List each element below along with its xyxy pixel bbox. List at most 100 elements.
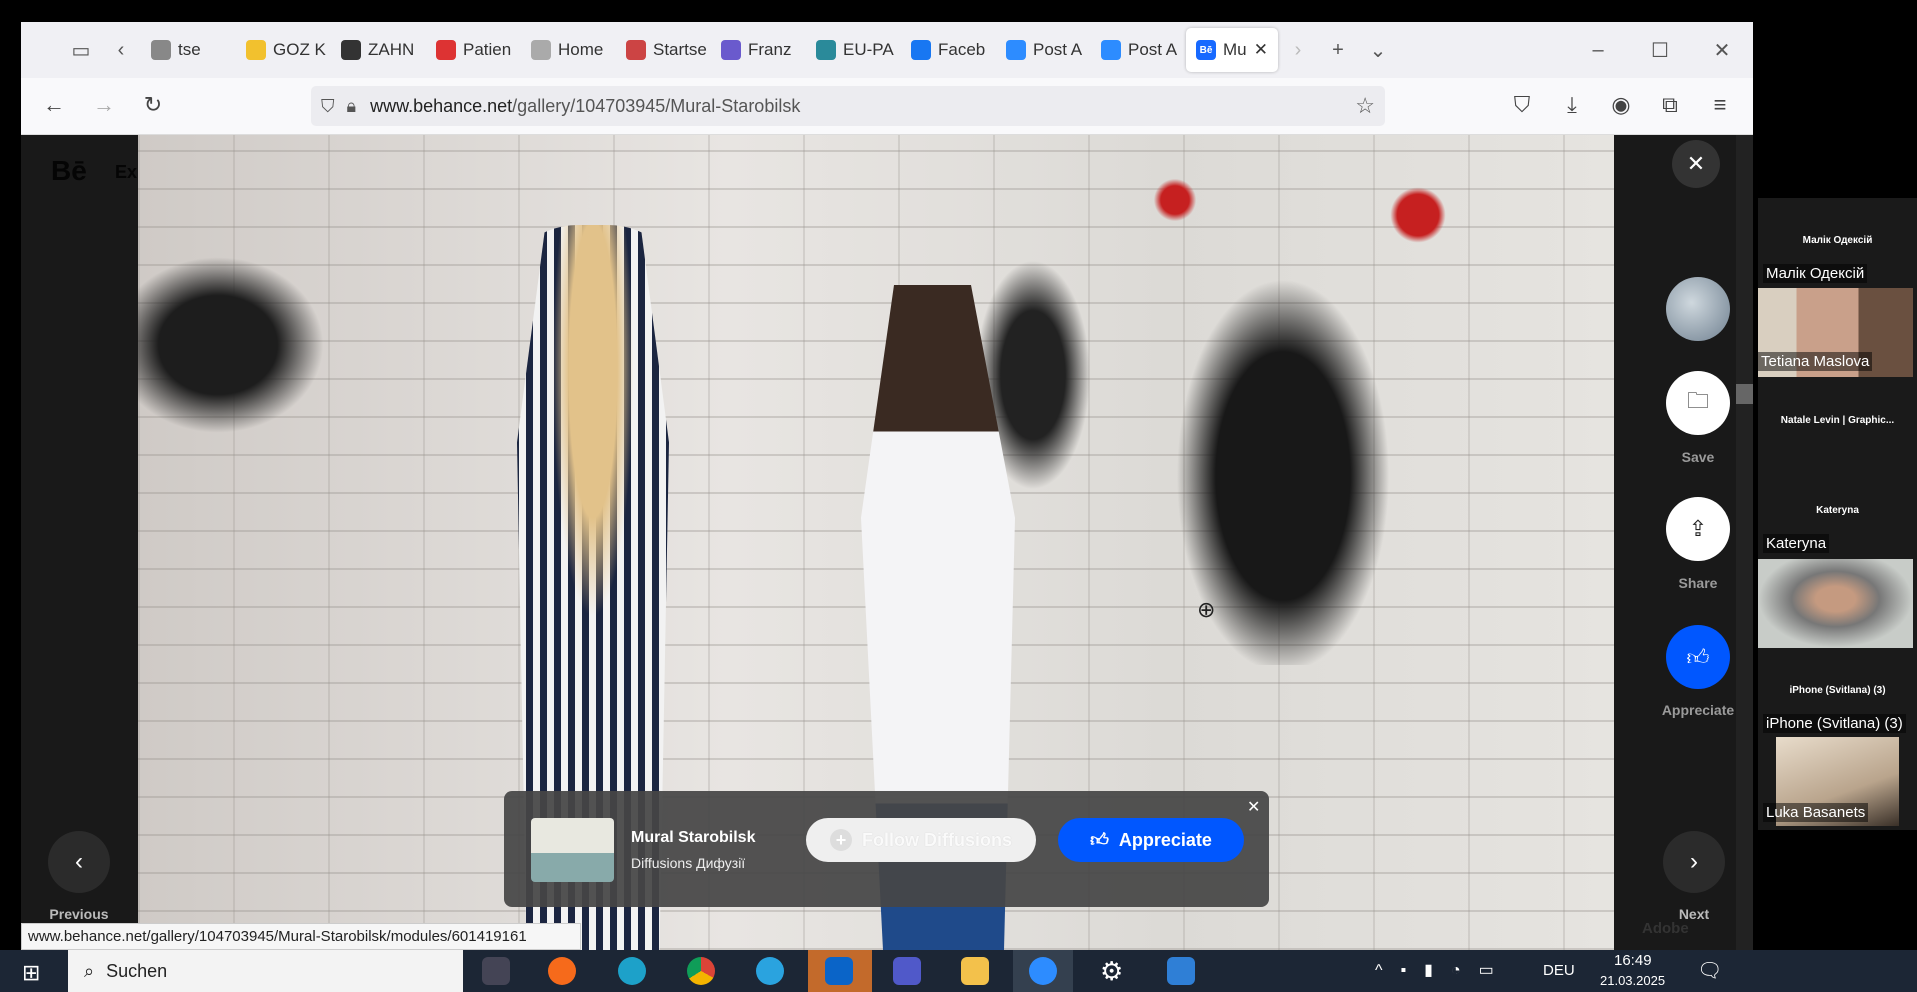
edge-icon[interactable] bbox=[618, 957, 646, 985]
zoom-participants-panel: Малік Одексій Малік Одексій Tetiana Masl… bbox=[1758, 198, 1917, 830]
scrollbar-thumb[interactable] bbox=[1736, 384, 1753, 404]
explore-link[interactable]: Ex bbox=[115, 162, 137, 183]
tab-favicon-icon bbox=[341, 40, 361, 60]
extensions-icon[interactable]: ⧉ bbox=[1655, 92, 1685, 118]
popup-appreciate-button[interactable]: 👍︎ Appreciate bbox=[1058, 818, 1244, 862]
file-explorer-icon[interactable] bbox=[961, 957, 989, 985]
teams-icon[interactable] bbox=[893, 957, 921, 985]
participant-video[interactable] bbox=[1758, 559, 1913, 648]
folder-icon: 🗀 bbox=[1686, 388, 1709, 413]
tab[interactable]: Patien bbox=[426, 28, 521, 72]
chrome-icon[interactable] bbox=[687, 957, 715, 985]
search-placeholder: Suchen bbox=[106, 960, 168, 981]
maximize-button[interactable]: ☐ bbox=[1629, 38, 1691, 63]
url-path: /gallery/104703945/Mural-Starobilsk bbox=[512, 95, 801, 116]
scroll-tabs-left-icon[interactable]: ‹ bbox=[101, 39, 141, 62]
action-panel: ✕ 🗀 Save ⇪ Share 👍︎ Appreciate › Next Ad… bbox=[1614, 135, 1753, 950]
tab-favicon-icon bbox=[626, 40, 646, 60]
forward-button[interactable]: → bbox=[89, 92, 119, 118]
tab-bar: ▭ ‹ tse GOZ K ZAHN Patien Home Startse Franz EU… bbox=[21, 22, 1753, 78]
appreciate-label: Appreciate bbox=[1118, 829, 1212, 850]
tab[interactable]: Franz bbox=[711, 28, 806, 72]
scroll-tabs-right-icon[interactable]: › bbox=[1278, 39, 1318, 62]
tab-label: tse bbox=[178, 40, 201, 59]
windows-start-icon[interactable]: ⊞ bbox=[22, 960, 40, 986]
red-heart bbox=[1150, 175, 1200, 225]
outlook-icon[interactable] bbox=[825, 957, 853, 985]
settings-icon[interactable]: ⚙ bbox=[1100, 956, 1123, 987]
project-thumbnail[interactable] bbox=[531, 818, 614, 882]
tab-favicon-icon bbox=[246, 40, 266, 60]
tab-favicon-icon bbox=[151, 40, 171, 60]
close-viewer-button[interactable]: ✕ bbox=[1672, 140, 1720, 188]
save-button[interactable]: 🗀 bbox=[1666, 371, 1730, 435]
minimize-button[interactable]: – bbox=[1567, 39, 1629, 62]
tab-label: Post A bbox=[1033, 40, 1083, 59]
tab[interactable]: tse bbox=[141, 28, 236, 72]
tab[interactable]: ZAHN bbox=[331, 28, 426, 72]
app-icon[interactable] bbox=[1167, 957, 1195, 985]
account-icon[interactable]: ◉ bbox=[1606, 92, 1636, 118]
participant-name: Малік Одексій bbox=[1763, 264, 1868, 283]
tab-favicon-icon bbox=[816, 40, 836, 60]
tab[interactable]: Bē Mu ✕ bbox=[1186, 28, 1278, 72]
new-tab-button[interactable]: + bbox=[1318, 39, 1358, 62]
back-button[interactable]: ← bbox=[39, 92, 69, 118]
zoom-app-icon[interactable] bbox=[1029, 957, 1057, 985]
task-view-icon[interactable] bbox=[482, 957, 510, 985]
language-indicator[interactable]: DEU bbox=[1543, 962, 1575, 979]
system-tray-icons[interactable]: ^▪▮◔▭ bbox=[1375, 960, 1512, 980]
bookmark-star-icon[interactable]: ☆ bbox=[1355, 93, 1375, 119]
clock-date[interactable]: 21.03.2025 bbox=[1600, 973, 1665, 988]
appreciate-button[interactable]: 👍︎ bbox=[1666, 625, 1730, 689]
tab-favicon-icon: Bē bbox=[1196, 40, 1216, 60]
firefox-icon[interactable] bbox=[548, 957, 576, 985]
tab[interactable]: EU-PA bbox=[806, 28, 901, 72]
participant-name: Kateryna bbox=[1763, 534, 1830, 553]
tab-overview-icon[interactable]: ▭ bbox=[61, 38, 101, 63]
downloads-icon[interactable]: ⤓ bbox=[1557, 92, 1587, 118]
participant-video[interactable]: Tetiana Maslova bbox=[1758, 288, 1913, 377]
tab[interactable]: Post A bbox=[1091, 28, 1186, 72]
pocket-icon[interactable]: ⛉ bbox=[1507, 92, 1537, 118]
previous-button[interactable]: ‹ bbox=[48, 831, 110, 893]
list-tabs-icon[interactable]: ⌄ bbox=[1358, 38, 1398, 63]
tab-label: EU-PA bbox=[843, 40, 894, 59]
tab[interactable]: Faceb bbox=[901, 28, 996, 72]
project-info-popup: Mural Starobilsk Diffusions Дифузії + Fol… bbox=[504, 791, 1269, 907]
plus-icon: + bbox=[830, 829, 852, 851]
clock-time[interactable]: 16:49 bbox=[1614, 952, 1652, 969]
next-button[interactable]: › bbox=[1663, 831, 1725, 893]
tab[interactable]: Post A bbox=[996, 28, 1091, 72]
scrollbar[interactable] bbox=[1736, 135, 1753, 950]
tabs: tse GOZ K ZAHN Patien Home Startse Franz EU-PA F… bbox=[141, 28, 1278, 72]
follow-label: Follow Diffusions bbox=[862, 829, 1012, 850]
tab-favicon-icon bbox=[1101, 40, 1121, 60]
notifications-icon[interactable]: 🗨︎ bbox=[1697, 958, 1722, 983]
menu-icon[interactable]: ≡ bbox=[1705, 92, 1735, 118]
taskbar-search[interactable]: ⌕ Suchen bbox=[68, 950, 463, 992]
tab[interactable]: GOZ K bbox=[236, 28, 331, 72]
lock-icon: 🔒︎ bbox=[346, 95, 357, 116]
tab[interactable]: Startse bbox=[616, 28, 711, 72]
tab-favicon-icon bbox=[721, 40, 741, 60]
close-popup-button[interactable]: ✕ bbox=[1247, 797, 1260, 817]
follow-button[interactable]: + Follow Diffusions bbox=[806, 818, 1036, 862]
tab[interactable]: Home bbox=[521, 28, 616, 72]
close-window-button[interactable]: ✕ bbox=[1691, 38, 1753, 63]
participant-name: Luka Basanets bbox=[1763, 803, 1869, 822]
thumbs-up-icon: 👍︎ bbox=[1686, 644, 1710, 670]
painted-figure bbox=[1158, 245, 1408, 665]
participant-label-small: Малік Одексій bbox=[1802, 235, 1873, 246]
tab-label: ZAHN bbox=[368, 40, 415, 59]
url-bar[interactable]: ⛉ 🔒︎ www.behance.net /gallery/104703945/… bbox=[311, 86, 1385, 126]
project-owner[interactable]: Diffusions Дифузії bbox=[631, 855, 745, 871]
reload-button[interactable]: ↻ bbox=[138, 92, 168, 118]
close-tab-icon[interactable]: ✕ bbox=[1254, 40, 1268, 60]
tab-label: Mu bbox=[1223, 40, 1247, 59]
project-title[interactable]: Mural Starobilsk bbox=[631, 829, 755, 847]
search-icon: ⌕ bbox=[84, 960, 95, 981]
owner-avatar[interactable] bbox=[1666, 277, 1730, 341]
telegram-icon[interactable] bbox=[756, 957, 784, 985]
share-button[interactable]: ⇪ bbox=[1666, 497, 1730, 561]
